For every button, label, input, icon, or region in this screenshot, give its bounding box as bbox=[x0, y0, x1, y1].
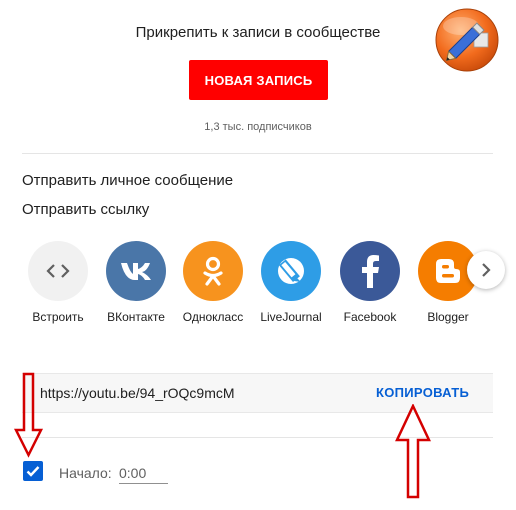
share-vk[interactable]: ВКонтакте bbox=[105, 241, 167, 324]
share-blogger-label: Blogger bbox=[427, 310, 469, 324]
vk-icon bbox=[106, 241, 166, 301]
send-link-link[interactable]: Отправить ссылку bbox=[22, 201, 149, 218]
embed-icon bbox=[28, 241, 88, 301]
new-post-button[interactable]: НОВАЯ ЗАПИСЬ bbox=[189, 60, 328, 100]
send-message-link[interactable]: Отправить личное сообщение bbox=[22, 172, 233, 189]
copy-button[interactable]: КОПИРОВАТЬ bbox=[376, 385, 469, 400]
annotation-arrow-copy bbox=[395, 404, 431, 499]
share-blogger[interactable]: Blogger bbox=[417, 241, 479, 324]
start-time-checkbox[interactable] bbox=[23, 461, 43, 481]
share-url[interactable]: https://youtu.be/94_rOQc9mcM bbox=[40, 385, 235, 401]
share-odnoklassniki[interactable]: Однокласс bbox=[182, 241, 244, 324]
share-next-button[interactable] bbox=[467, 251, 505, 289]
divider bbox=[22, 153, 493, 154]
share-embed-label: Встроить bbox=[32, 310, 84, 324]
annotation-arrow-checkbox bbox=[14, 372, 44, 458]
subscriber-count: 1,3 тыс. подписчиков bbox=[204, 121, 312, 133]
share-embed[interactable]: Встроить bbox=[27, 241, 89, 324]
community-title: Прикрепить к записи в сообществе bbox=[135, 24, 381, 41]
share-vk-label: ВКонтакте bbox=[107, 310, 165, 324]
share-livejournal-label: LiveJournal bbox=[260, 310, 322, 324]
odnoklassniki-icon bbox=[183, 241, 243, 301]
share-facebook-label: Facebook bbox=[343, 310, 397, 324]
start-time-input[interactable] bbox=[119, 463, 168, 484]
livejournal-icon bbox=[261, 241, 321, 301]
share-livejournal[interactable]: LiveJournal bbox=[260, 241, 322, 324]
share-facebook[interactable]: Facebook bbox=[339, 241, 401, 324]
start-time-label: Начало: bbox=[59, 465, 112, 481]
checkmark-icon bbox=[26, 466, 40, 477]
facebook-icon bbox=[340, 241, 400, 301]
share-odnoklassniki-label: Однокласс bbox=[182, 310, 244, 324]
chevron-right-icon bbox=[482, 263, 491, 277]
